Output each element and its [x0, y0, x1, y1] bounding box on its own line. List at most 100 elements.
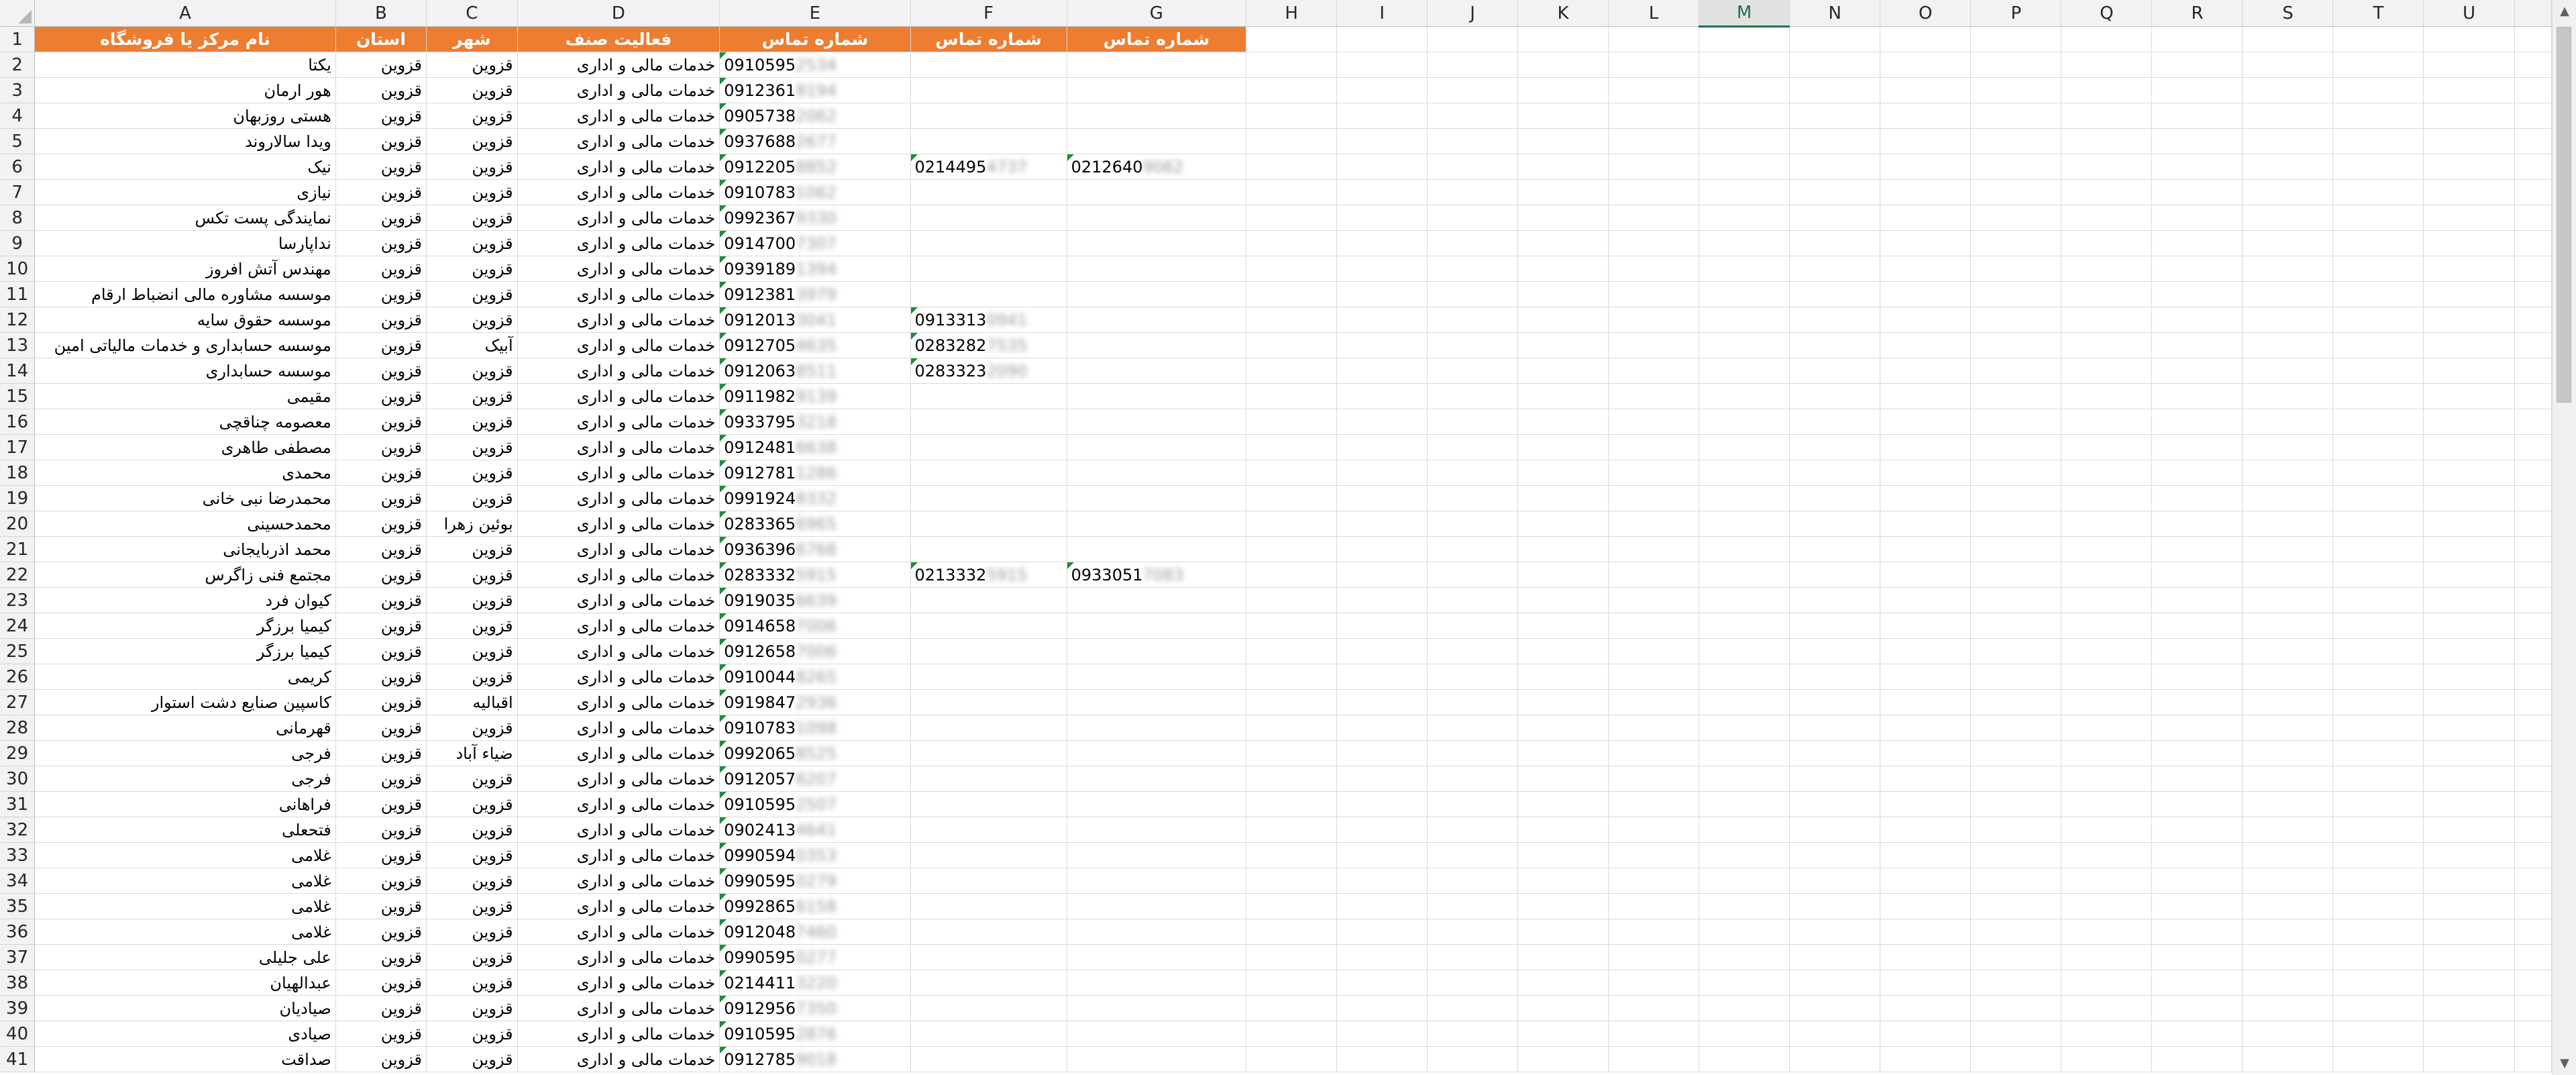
- empty-cell[interactable]: [1427, 587, 1519, 613]
- empty-cell[interactable]: [2242, 485, 2334, 511]
- province-cell[interactable]: قزوین: [335, 409, 427, 435]
- empty-cell[interactable]: [1246, 434, 1338, 460]
- province-cell[interactable]: قزوین: [335, 638, 427, 664]
- province-cell[interactable]: قزوین: [335, 485, 427, 511]
- name-cell[interactable]: فرجی: [34, 740, 336, 766]
- empty-cell[interactable]: [2514, 1021, 2552, 1047]
- empty-cell[interactable]: [1789, 817, 1881, 843]
- empty-cell[interactable]: [1067, 1046, 1247, 1072]
- empty-cell[interactable]: [1336, 1046, 1428, 1072]
- row-header[interactable]: 31: [0, 791, 36, 817]
- empty-cell[interactable]: [1336, 944, 1428, 970]
- empty-cell[interactable]: [2423, 511, 2515, 537]
- empty-cell[interactable]: [1608, 562, 1700, 588]
- column-header-c[interactable]: C: [426, 0, 518, 27]
- province-cell[interactable]: قزوین: [335, 230, 427, 256]
- column-header-p[interactable]: P: [1970, 0, 2062, 27]
- activity-cell[interactable]: خدمات مالی و اداری: [517, 893, 720, 919]
- empty-cell[interactable]: [1789, 740, 1881, 766]
- column-header-q[interactable]: Q: [2061, 0, 2153, 27]
- empty-cell[interactable]: [2242, 638, 2334, 664]
- city-cell[interactable]: قزوین: [426, 256, 518, 282]
- empty-cell[interactable]: [2332, 383, 2424, 409]
- empty-cell[interactable]: [1067, 485, 1247, 511]
- empty-cell[interactable]: [2332, 485, 2424, 511]
- empty-cell[interactable]: [1880, 511, 1972, 537]
- empty-cell[interactable]: [1789, 511, 1881, 537]
- empty-cell[interactable]: [1608, 1021, 1700, 1047]
- empty-cell[interactable]: [1608, 307, 1700, 333]
- empty-cell[interactable]: [1336, 587, 1428, 613]
- activity-cell[interactable]: خدمات مالی و اداری: [517, 256, 720, 282]
- row-header[interactable]: 20: [0, 511, 36, 537]
- empty-cell[interactable]: [2514, 995, 2552, 1021]
- empty-cell[interactable]: [1970, 817, 2062, 843]
- empty-cell[interactable]: [1067, 587, 1247, 613]
- scroll-down-arrow-icon[interactable]: ▼: [2553, 1052, 2576, 1075]
- empty-cell[interactable]: [1246, 154, 1338, 180]
- empty-cell[interactable]: [1608, 409, 1700, 435]
- activity-cell[interactable]: خدمات مالی و اداری: [517, 307, 720, 333]
- empty-cell[interactable]: [910, 715, 1067, 741]
- empty-cell[interactable]: [1880, 77, 1972, 103]
- empty-cell[interactable]: [1970, 511, 2062, 537]
- empty-cell[interactable]: [1517, 995, 1609, 1021]
- empty-cell[interactable]: [1699, 358, 1790, 384]
- empty-cell[interactable]: [1699, 817, 1790, 843]
- empty-cell[interactable]: [2423, 434, 2515, 460]
- empty-cell[interactable]: [1067, 944, 1247, 970]
- empty-cell[interactable]: [2061, 613, 2153, 639]
- empty-cell[interactable]: [1517, 26, 1609, 52]
- empty-cell[interactable]: [1067, 460, 1247, 486]
- activity-cell[interactable]: خدمات مالی و اداری: [517, 205, 720, 231]
- name-cell[interactable]: کریمی: [34, 664, 336, 690]
- activity-cell[interactable]: خدمات مالی و اداری: [517, 383, 720, 409]
- empty-cell[interactable]: [1427, 409, 1519, 435]
- empty-cell[interactable]: [2332, 409, 2424, 435]
- empty-cell[interactable]: [1880, 817, 1972, 843]
- empty-cell[interactable]: [1427, 791, 1519, 817]
- empty-cell[interactable]: [1427, 460, 1519, 486]
- empty-cell[interactable]: [1789, 536, 1881, 562]
- empty-cell[interactable]: [910, 511, 1067, 537]
- empty-cell[interactable]: [2242, 154, 2334, 180]
- empty-cell[interactable]: [1699, 613, 1790, 639]
- name-cell[interactable]: نمایندگی پست تکس: [34, 205, 336, 231]
- empty-cell[interactable]: [2151, 791, 2243, 817]
- phone-cell[interactable]: 09124816638: [719, 434, 911, 460]
- empty-cell[interactable]: [2242, 26, 2334, 52]
- city-cell[interactable]: قزوین: [426, 919, 518, 945]
- city-cell[interactable]: قزوین: [426, 613, 518, 639]
- empty-cell[interactable]: [1970, 919, 2062, 945]
- province-cell[interactable]: قزوین: [335, 893, 427, 919]
- empty-cell[interactable]: [2332, 638, 2424, 664]
- empty-cell[interactable]: [1517, 332, 1609, 358]
- empty-cell[interactable]: [2423, 307, 2515, 333]
- empty-cell[interactable]: [910, 944, 1067, 970]
- phone-cell[interactable]: 09120638511: [719, 358, 911, 384]
- row-header[interactable]: 39: [0, 995, 36, 1021]
- empty-cell[interactable]: [1789, 970, 1881, 996]
- empty-cell[interactable]: [2514, 919, 2552, 945]
- empty-cell[interactable]: [1880, 383, 1972, 409]
- empty-cell[interactable]: [1427, 562, 1519, 588]
- empty-cell[interactable]: [910, 128, 1067, 154]
- header-cell-a[interactable]: نام مرکز یا فروشگاه: [34, 26, 336, 52]
- city-cell[interactable]: قزوین: [426, 103, 518, 129]
- empty-cell[interactable]: [1067, 256, 1247, 282]
- activity-cell[interactable]: خدمات مالی و اداری: [517, 128, 720, 154]
- empty-cell[interactable]: [2514, 103, 2552, 129]
- empty-cell[interactable]: [1880, 613, 1972, 639]
- empty-cell[interactable]: [1427, 919, 1519, 945]
- vertical-scrollbar[interactable]: ▲ ▼: [2552, 0, 2576, 1075]
- city-cell[interactable]: قزوین: [426, 307, 518, 333]
- empty-cell[interactable]: [1246, 409, 1338, 435]
- empty-cell[interactable]: [1427, 766, 1519, 792]
- empty-cell[interactable]: [1246, 613, 1338, 639]
- empty-cell[interactable]: [2514, 26, 2552, 52]
- empty-cell[interactable]: [1789, 893, 1881, 919]
- row-header[interactable]: 25: [0, 638, 36, 664]
- empty-cell[interactable]: [1608, 434, 1700, 460]
- empty-cell[interactable]: [1427, 485, 1519, 511]
- empty-cell[interactable]: [2061, 944, 2153, 970]
